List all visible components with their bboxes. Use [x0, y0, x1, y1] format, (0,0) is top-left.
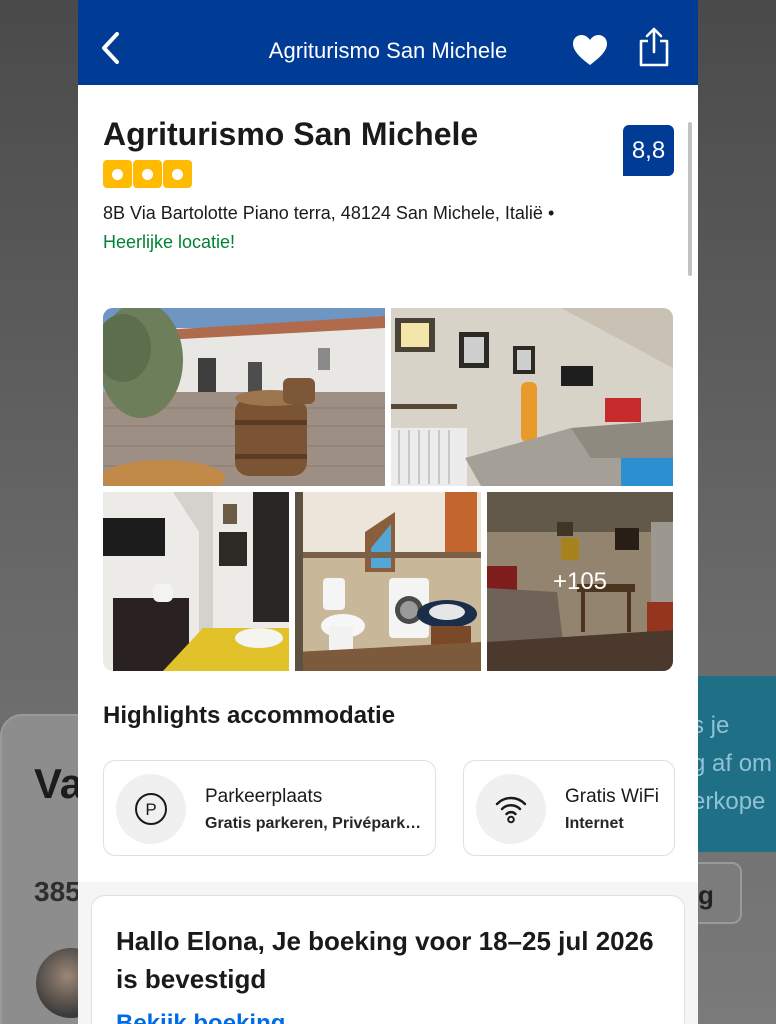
background-promo-line: g af om [692, 750, 773, 777]
review-score-badge[interactable]: 8,8 [623, 125, 674, 176]
more-photos-count: +105 [552, 567, 608, 595]
view-booking-link[interactable]: Bekijk boeking [116, 1010, 285, 1024]
wifi-icon [476, 774, 546, 844]
background-button-label: g [698, 880, 714, 910]
highlight-wifi[interactable]: Gratis WiFi Internet [463, 760, 675, 856]
background-title-fragment: Va [34, 760, 84, 807]
top-bar: Agriturismo San Michele [78, 0, 698, 85]
highlight-parking[interactable]: P Parkeerplaats Gratis parkeren, Privépa… [103, 760, 436, 856]
favorite-button[interactable] [572, 34, 608, 71]
highlight-title: Gratis WiFi [565, 786, 659, 807]
photo-bedroom[interactable] [391, 308, 673, 486]
parking-icon: P [116, 774, 186, 844]
property-address: 8B Via Bartolotte Piano terra, 48124 San… [103, 203, 555, 223]
property-sheet: Agriturismo San Michele Agriturismo San … [78, 0, 698, 1024]
share-icon [639, 27, 669, 67]
location-rating-link[interactable]: Heerlijke locatie! [103, 232, 235, 253]
svg-text:P: P [145, 800, 156, 819]
photo-more[interactable]: +105 [487, 492, 673, 671]
share-button[interactable] [638, 26, 670, 73]
property-name: Agriturismo San Michele [103, 116, 479, 152]
star-rating [103, 160, 192, 188]
star-icon [103, 160, 132, 188]
highlight-subtitle: Internet [565, 815, 624, 832]
background-promo-line: erkope [692, 788, 766, 815]
photo-bathroom[interactable] [295, 492, 481, 671]
photo-room-dresser[interactable] [103, 492, 289, 671]
highlight-title: Parkeerplaats [205, 786, 323, 807]
scrollbar[interactable] [688, 122, 692, 276]
booking-confirmation-text: Hallo Elona, Je boeking voor 18–25 jul 2… [116, 926, 654, 994]
star-icon [163, 160, 192, 188]
star-icon [133, 160, 162, 188]
photo-exterior[interactable] [103, 308, 385, 486]
heart-icon [573, 35, 607, 65]
highlight-subtitle: Gratis parkeren, Privépark… [205, 815, 422, 832]
highlights-title: Highlights accommodatie [103, 702, 396, 729]
photo-gallery: +105 [103, 308, 673, 671]
booking-confirmation-card: Hallo Elona, Je boeking voor 18–25 jul 2… [91, 895, 685, 1024]
background-count-fragment: 385 [34, 876, 81, 907]
